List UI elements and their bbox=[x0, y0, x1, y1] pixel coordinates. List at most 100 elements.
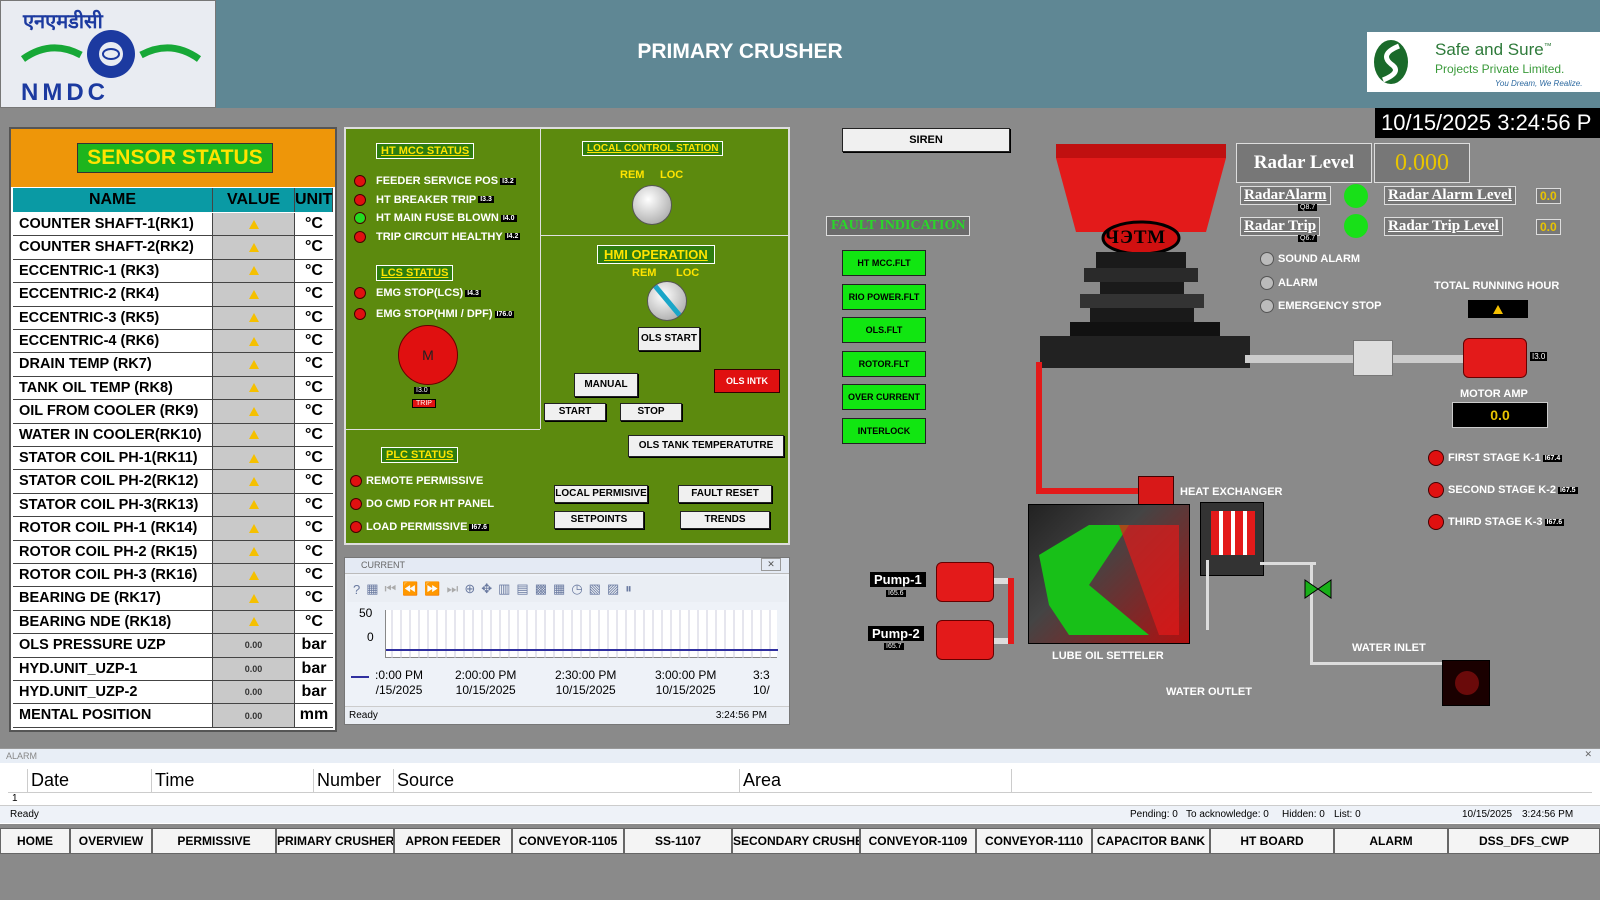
back-icon[interactable]: ⏪ bbox=[402, 581, 418, 597]
forward-icon[interactable]: ⏩ bbox=[424, 581, 440, 597]
alarm-column-header[interactable]: Number bbox=[314, 769, 394, 792]
siren-button[interactable]: SIREN bbox=[842, 128, 1010, 152]
stage-tag: I67.4 bbox=[1542, 454, 1563, 462]
hmi-selector-knob[interactable] bbox=[647, 281, 687, 321]
sensor-unit: bar bbox=[301, 683, 327, 700]
ruler-icon[interactable]: ▩ bbox=[535, 581, 547, 597]
local-permissive-button[interactable]: LOCAL PERMISIVE bbox=[554, 485, 648, 503]
status-lamp bbox=[350, 498, 362, 510]
axis-icon[interactable]: ▥ bbox=[498, 581, 510, 597]
sensor-row: ECCENTRIC-1 (RK3) °C bbox=[13, 259, 333, 284]
nav-home[interactable]: HOME bbox=[0, 828, 70, 854]
ht-mcc-indicator: TRIP CIRCUIT HEALTHY I4.2 bbox=[354, 230, 521, 243]
water-inlet-pipe-h bbox=[1310, 662, 1442, 665]
alarm-time: 3:24:56 PM bbox=[1522, 809, 1574, 820]
local-selector-knob[interactable] bbox=[632, 185, 672, 225]
sensor-unit: °C bbox=[305, 425, 323, 443]
nav-conveyor-1105[interactable]: CONVEYOR-1105 bbox=[512, 828, 624, 854]
sensor-unit: °C bbox=[305, 261, 323, 279]
pump-manifold bbox=[1008, 578, 1014, 644]
alarm-column-header[interactable] bbox=[8, 769, 28, 792]
manual-button[interactable]: MANUAL bbox=[574, 373, 638, 397]
nav-conveyor-1110[interactable]: CONVEYOR-1110 bbox=[976, 828, 1092, 854]
alarm-column-header[interactable]: Source bbox=[394, 769, 740, 792]
sensor-unit: °C bbox=[305, 402, 323, 420]
trends-button[interactable]: TRENDS bbox=[680, 511, 770, 529]
fault-indication-title: FAULT INDICATION bbox=[826, 216, 971, 236]
sensor-value bbox=[213, 493, 295, 517]
trend-toolbar: ? ▦ ⏮ ⏪ ⏩ ⏭ ⊕ ✥ ▥ ▤ ▩ ▦ ◷ ▧ ▨ ⏸ bbox=[347, 576, 787, 602]
nav-permissive[interactable]: PERMISSIVE bbox=[152, 828, 276, 854]
nav-capacitor-bank[interactable]: CAPACITOR BANK bbox=[1092, 828, 1210, 854]
pump-1[interactable] bbox=[936, 562, 994, 602]
move-icon[interactable]: ✥ bbox=[481, 581, 492, 597]
sensor-unit: °C bbox=[305, 566, 323, 583]
grid-icon[interactable]: ▦ bbox=[553, 581, 565, 597]
nav-secondary-crusher[interactable]: SECONDARY CRUSHER bbox=[732, 828, 860, 854]
radar-level-label: Radar Level bbox=[1236, 143, 1372, 183]
x-tick-label: 3:3 10/ bbox=[753, 668, 770, 698]
nav-dss-dfs-cwp[interactable]: DSS_DFS_CWP bbox=[1448, 828, 1600, 854]
setpoints-button[interactable]: SETPOINTS bbox=[554, 511, 644, 529]
compare-icon[interactable]: ▨ bbox=[607, 581, 619, 597]
fault-reset-button[interactable]: FAULT RESET bbox=[678, 485, 772, 503]
sensor-name: TANK OIL TEMP (RK8) bbox=[13, 376, 213, 400]
alarm-column-header[interactable]: Date bbox=[28, 769, 152, 792]
nav-apron-feeder[interactable]: APRON FEEDER bbox=[394, 828, 512, 854]
water-valve-icon[interactable] bbox=[1303, 576, 1333, 602]
radar-trip-level-label: Radar Trip Level bbox=[1384, 217, 1503, 236]
fault-indicator: ROTOR.FLT bbox=[842, 350, 926, 377]
datetime-display: 10/15/2025 3:24:56 P bbox=[1375, 108, 1600, 138]
nav-primary-crusher[interactable]: PRIMARY CRUSHER bbox=[276, 828, 394, 854]
radar-alarm-level-value: 0.0 bbox=[1536, 188, 1561, 204]
ols-start-button[interactable]: OLS START bbox=[638, 327, 700, 351]
last-icon[interactable]: ⏭ bbox=[447, 581, 459, 597]
sensor-value bbox=[213, 330, 295, 353]
water-inlet-pipe-top bbox=[1260, 562, 1316, 565]
clock-icon[interactable]: ◷ bbox=[571, 581, 582, 597]
y-tick-0: 0 bbox=[367, 630, 374, 644]
sensor-value bbox=[213, 610, 295, 634]
nav-conveyor-1109[interactable]: CONVEYOR-1109 bbox=[860, 828, 976, 854]
start-button[interactable]: START bbox=[544, 403, 606, 421]
stage-tag: I67.6 bbox=[1544, 518, 1565, 526]
table-icon[interactable]: ▤ bbox=[516, 581, 528, 597]
nav-overview[interactable]: OVERVIEW bbox=[70, 828, 152, 854]
status-lamp bbox=[354, 287, 366, 299]
sensor-row: WATER IN COOLER(RK10) °C bbox=[13, 423, 333, 447]
export-icon[interactable]: ▧ bbox=[589, 581, 601, 597]
sensor-status-panel: SENSOR STATUS NAME VALUE UNIT COUNTER SH… bbox=[9, 127, 337, 732]
help-icon[interactable]: ? bbox=[353, 582, 360, 597]
sensor-row: STATOR COIL PH-2(RK12) °C bbox=[13, 470, 333, 494]
nav-alarm[interactable]: ALARM bbox=[1334, 828, 1448, 854]
sensor-unit: °C bbox=[305, 378, 323, 396]
stop-button[interactable]: STOP bbox=[620, 403, 682, 421]
first-icon[interactable]: ⏮ bbox=[385, 581, 397, 597]
sensor-unit: °C bbox=[305, 519, 323, 537]
zoom-icon[interactable]: ⊕ bbox=[464, 581, 475, 597]
indicator-tag: I4.3 bbox=[465, 289, 481, 297]
sensor-value bbox=[213, 587, 295, 610]
status-lamp bbox=[1428, 450, 1444, 466]
warning-icon bbox=[248, 336, 259, 346]
close-icon[interactable]: ✕ bbox=[1584, 749, 1592, 760]
alarm-column-header[interactable]: Area bbox=[740, 769, 1012, 792]
nav-ht-board[interactable]: HT BOARD bbox=[1210, 828, 1334, 854]
close-icon[interactable]: ✕ bbox=[761, 558, 781, 571]
sensor-unit: °C bbox=[305, 215, 323, 232]
nav-ss-1107[interactable]: SS-1107 bbox=[624, 828, 732, 854]
sensor-row: ECCENTRIC-4 (RK6) °C bbox=[13, 330, 333, 354]
ols-tank-temperature-button[interactable]: OLS TANK TEMPERATUTRE bbox=[628, 435, 784, 457]
config-icon[interactable]: ▦ bbox=[366, 581, 378, 597]
warning-icon bbox=[248, 617, 259, 627]
pause-icon[interactable]: ⏸ bbox=[625, 581, 632, 597]
sensor-value bbox=[213, 306, 295, 329]
warning-icon bbox=[248, 313, 259, 323]
pump-2[interactable] bbox=[936, 620, 994, 660]
indicator-label: FEEDER SERVICE POS bbox=[376, 175, 499, 187]
stage-indicator: FIRST STAGE K-1 I67.4 bbox=[1428, 450, 1563, 466]
alarm-column-header[interactable]: Time bbox=[152, 769, 314, 792]
sensor-value bbox=[213, 470, 295, 493]
trend-status: Ready bbox=[349, 710, 378, 721]
nmdc-logo: एनएमडीसी NMDC bbox=[0, 0, 216, 108]
